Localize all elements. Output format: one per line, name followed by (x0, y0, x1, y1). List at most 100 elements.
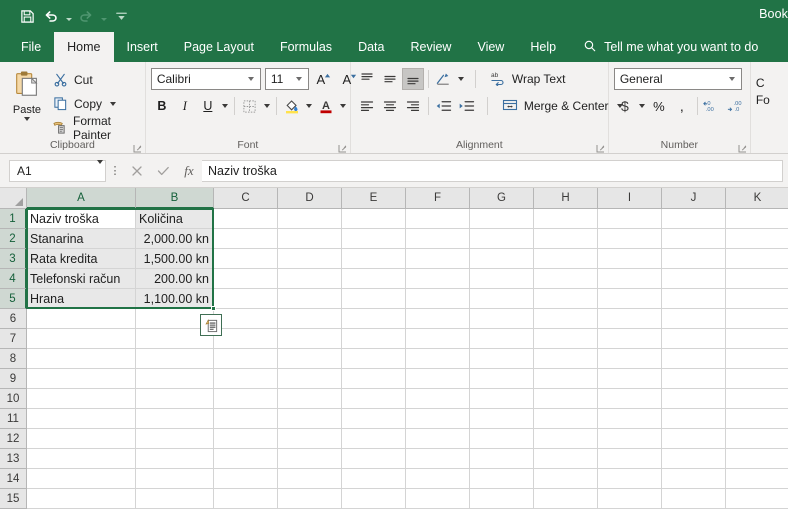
cell-empty[interactable] (406, 369, 470, 389)
cell-empty[interactable] (534, 209, 598, 229)
cell-empty[interactable] (278, 389, 342, 409)
font-color-button[interactable]: A (315, 95, 337, 117)
borders-button[interactable] (239, 95, 261, 117)
cell-empty[interactable] (662, 269, 726, 289)
cell-empty[interactable] (278, 449, 342, 469)
accounting-format-dropdown-icon[interactable] (637, 95, 647, 117)
cell-empty[interactable] (598, 469, 662, 489)
tab-help[interactable]: Help (517, 32, 569, 62)
fill-color-dropdown-icon[interactable] (304, 95, 314, 117)
cell-empty[interactable] (598, 269, 662, 289)
cell-empty[interactable] (342, 329, 406, 349)
row-header-15[interactable]: 15 (0, 489, 27, 509)
cell-empty[interactable] (214, 329, 278, 349)
cell-empty[interactable] (598, 369, 662, 389)
cell-empty[interactable] (534, 449, 598, 469)
cell-empty[interactable] (662, 349, 726, 369)
cell-empty[interactable] (214, 249, 278, 269)
cell-empty[interactable] (598, 489, 662, 509)
cell-empty[interactable] (136, 409, 214, 429)
cell-empty[interactable] (726, 469, 788, 489)
column-header-j[interactable]: J (662, 188, 726, 209)
cell-empty[interactable] (214, 429, 278, 449)
cell-empty[interactable] (470, 449, 534, 469)
cell-empty[interactable] (470, 469, 534, 489)
cell-empty[interactable] (726, 489, 788, 509)
cell-empty[interactable] (278, 429, 342, 449)
cell-empty[interactable] (406, 289, 470, 309)
cell-empty[interactable] (278, 209, 342, 229)
cell-empty[interactable] (136, 489, 214, 509)
cell-B2[interactable]: 2,000.00 kn (136, 229, 214, 249)
column-header-h[interactable]: H (534, 188, 598, 209)
cell-A2[interactable]: Stanarina (27, 229, 136, 249)
orientation-dropdown-icon[interactable] (456, 68, 466, 90)
cell-empty[interactable] (278, 269, 342, 289)
column-header-a[interactable]: A (27, 188, 136, 209)
cut-button[interactable]: Cut (49, 69, 140, 90)
number-format-combo[interactable]: General (613, 68, 742, 90)
align-top-button[interactable] (356, 68, 378, 90)
cell-empty[interactable] (598, 409, 662, 429)
cell-empty[interactable] (470, 249, 534, 269)
cell-empty[interactable] (406, 269, 470, 289)
font-color-dropdown-icon[interactable] (338, 95, 348, 117)
cell-empty[interactable] (27, 329, 136, 349)
fill-color-button[interactable] (281, 95, 303, 117)
borders-dropdown-icon[interactable] (262, 95, 272, 117)
cell-empty[interactable] (534, 349, 598, 369)
row-header-11[interactable]: 11 (0, 409, 27, 429)
cell-empty[interactable] (726, 349, 788, 369)
align-middle-button[interactable] (379, 68, 401, 90)
cell-empty[interactable] (27, 369, 136, 389)
cell-empty[interactable] (726, 289, 788, 309)
align-left-button[interactable] (356, 95, 378, 117)
cell-empty[interactable] (598, 389, 662, 409)
cell-empty[interactable] (27, 429, 136, 449)
column-header-b[interactable]: B (136, 188, 214, 209)
cell-empty[interactable] (406, 469, 470, 489)
cell-empty[interactable] (470, 209, 534, 229)
accounting-format-button[interactable]: $ (614, 95, 636, 117)
cell-empty[interactable] (662, 489, 726, 509)
font-dialog-launcher-icon[interactable] (338, 142, 347, 153)
paste-dropdown-icon[interactable] (24, 117, 30, 121)
redo-dropdown-icon[interactable] (99, 5, 108, 27)
cell-empty[interactable] (27, 409, 136, 429)
cell-empty[interactable] (534, 469, 598, 489)
cell-empty[interactable] (470, 349, 534, 369)
cell-empty[interactable] (470, 269, 534, 289)
cell-B1[interactable]: Količina (136, 209, 214, 229)
cell-empty[interactable] (278, 289, 342, 309)
italic-button[interactable]: I (174, 95, 196, 117)
align-center-button[interactable] (379, 95, 401, 117)
cell-empty[interactable] (406, 409, 470, 429)
row-header-13[interactable]: 13 (0, 449, 27, 469)
row-header-12[interactable]: 12 (0, 429, 27, 449)
select-all-button[interactable] (0, 188, 27, 209)
row-header-10[interactable]: 10 (0, 389, 27, 409)
formula-input[interactable]: Naziv troška (202, 159, 783, 182)
cell-empty[interactable] (470, 309, 534, 329)
row-header-4[interactable]: 4 (0, 269, 27, 289)
row-header-14[interactable]: 14 (0, 469, 27, 489)
cell-empty[interactable] (534, 249, 598, 269)
cell-empty[interactable] (662, 309, 726, 329)
undo-dropdown-icon[interactable] (64, 5, 73, 27)
cell-empty[interactable] (278, 469, 342, 489)
cell-empty[interactable] (598, 449, 662, 469)
cell-empty[interactable] (470, 329, 534, 349)
cell-empty[interactable] (406, 329, 470, 349)
cell-empty[interactable] (662, 429, 726, 449)
cell-empty[interactable] (406, 389, 470, 409)
cell-A3[interactable]: Rata kredita (27, 249, 136, 269)
align-bottom-button[interactable] (401, 68, 424, 90)
alignment-dialog-launcher-icon[interactable] (596, 142, 605, 153)
cell-empty[interactable] (342, 209, 406, 229)
cell-empty[interactable] (598, 209, 662, 229)
cell-empty[interactable] (214, 289, 278, 309)
cell-empty[interactable] (278, 409, 342, 429)
cell-empty[interactable] (534, 229, 598, 249)
cell-empty[interactable] (342, 309, 406, 329)
copy-button[interactable]: Copy (49, 93, 140, 114)
